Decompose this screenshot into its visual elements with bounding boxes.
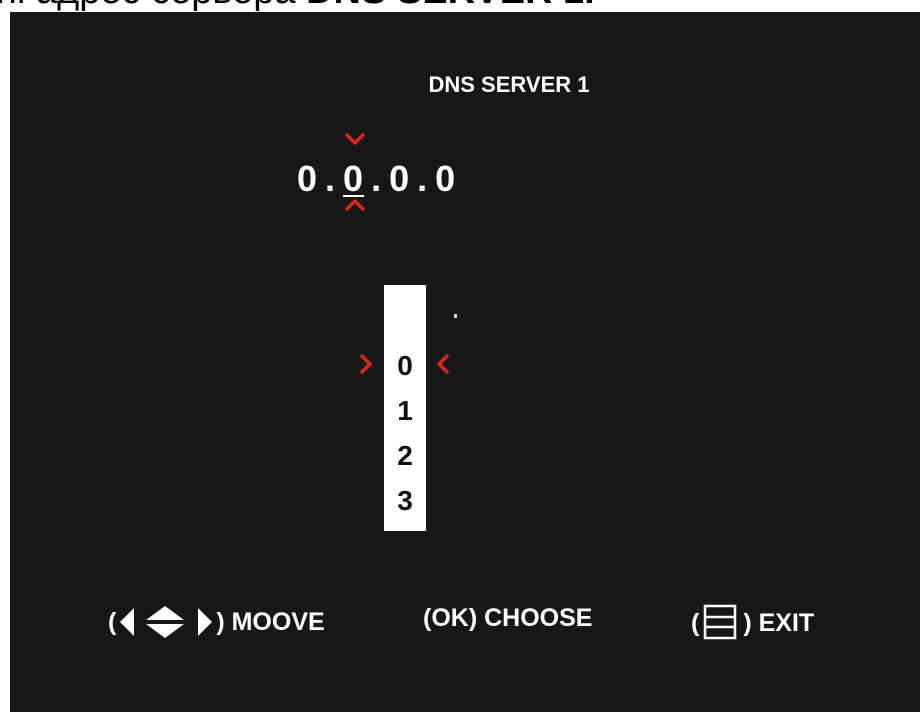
- dns-settings-screen: DNS SERVER 1 0.0.0.0 0 1 2 3 ( ) MOOVE (…: [10, 12, 920, 712]
- chevron-right-icon: [359, 353, 373, 375]
- ip-separator: .: [325, 158, 337, 199]
- ip-address-field[interactable]: 0.0.0.0: [297, 158, 456, 200]
- digit-picker-list[interactable]: 0 1 2 3: [384, 285, 426, 531]
- arrows-icon: [120, 606, 213, 638]
- ip-octet-4[interactable]: 0: [435, 158, 456, 200]
- screen-title: DNS SERVER 1: [428, 72, 590, 97]
- exit-hint: ( ) EXIT: [691, 604, 814, 642]
- digit-option[interactable]: 2: [384, 440, 426, 472]
- move-hint: ( ) MOOVE: [108, 604, 325, 640]
- open-paren: (: [691, 608, 700, 637]
- chevron-up-icon[interactable]: [344, 198, 366, 212]
- digit-option-selected[interactable]: 0: [384, 350, 426, 382]
- chevron-left-icon: [436, 353, 450, 375]
- caption-bold: DNS SERVER 1.: [306, 0, 595, 12]
- caption-prefix: ні адрес сервера: [0, 0, 296, 12]
- digit-option[interactable]: 3: [384, 485, 426, 517]
- move-label: ) MOOVE: [216, 607, 325, 636]
- digit-option[interactable]: 1: [384, 395, 426, 427]
- open-paren: (: [108, 607, 117, 636]
- choose-hint: (OK) CHOOSE: [423, 604, 592, 633]
- chevron-down-icon[interactable]: [344, 132, 366, 146]
- ip-octet-2-selected[interactable]: 0: [343, 158, 364, 200]
- ip-separator: .: [417, 158, 429, 199]
- ip-separator: .: [371, 158, 383, 199]
- scroll-marker: [454, 314, 457, 318]
- ip-octet-3[interactable]: 0: [389, 158, 410, 200]
- exit-label: ) EXIT: [743, 608, 815, 637]
- menu-icon: [704, 604, 737, 640]
- ip-octet-1[interactable]: 0: [297, 158, 318, 200]
- choose-label: (OK) CHOOSE: [423, 604, 593, 632]
